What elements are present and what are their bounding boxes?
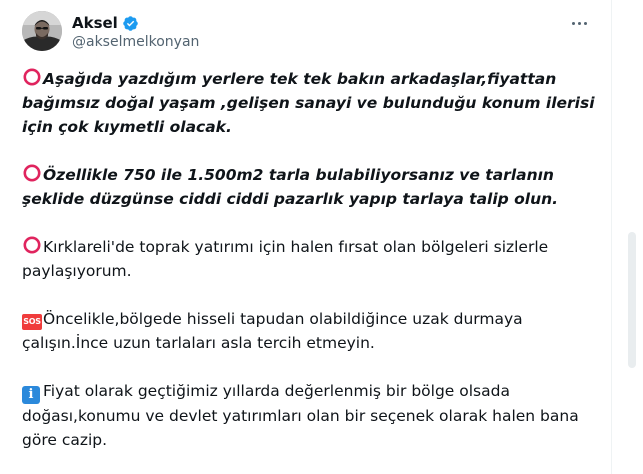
tweet-paragraph: SOS Öncelikle,bölgede hisseli tapudan ola…: [22, 307, 597, 355]
paragraph-text: Fiyat olarak geçtiğimiz yıllarda değerle…: [22, 382, 579, 449]
avatar-photo-icon: [22, 11, 62, 51]
tweet-paragraph: Özellikle 750 ile 1.500m2 tarla bulabili…: [22, 163, 597, 211]
author-handle[interactable]: @akselmelkonyan: [72, 34, 199, 50]
tweet-paragraph: Kırklareli'de toprak yatırımı için halen…: [22, 235, 597, 283]
info-icon: i: [22, 386, 40, 404]
tweet-paragraph: Aşağıda yazdığım yerlere tek tek bakın a…: [22, 67, 597, 139]
paragraph-text: Kırklareli'de toprak yatırımı için halen…: [22, 238, 549, 280]
tweet-paragraph: i Fiyat olarak geçtiğimiz yıllarda değerl…: [22, 379, 597, 452]
scrollbar-thumb[interactable]: [628, 232, 636, 368]
tweet-card[interactable]: Aksel @akselmelkonyan Aşağıda yazdığım y…: [0, 0, 612, 474]
author-display-name[interactable]: Aksel: [72, 14, 118, 32]
more-dot: [571, 21, 575, 25]
paragraph-text: Öncelikle,bölgede hisseli tapudan olabil…: [22, 310, 523, 352]
more-options-button[interactable]: [569, 18, 589, 28]
author-name-row[interactable]: Aksel: [72, 13, 139, 33]
more-dot: [577, 21, 581, 25]
sos-icon: SOS: [22, 314, 42, 330]
paragraph-text: Aşağıda yazdığım yerlere tek tek bakın a…: [22, 70, 595, 136]
avatar[interactable]: [22, 11, 62, 51]
more-dot: [583, 21, 587, 25]
verified-badge-icon: [123, 15, 138, 31]
hollow-red-circle-icon: [23, 164, 41, 182]
hollow-red-circle-icon: [23, 68, 41, 86]
paragraph-text: Özellikle 750 ile 1.500m2 tarla bulabili…: [22, 166, 559, 208]
hollow-red-circle-icon: [23, 236, 41, 254]
page: Aksel @akselmelkonyan Aşağıda yazdığım y…: [0, 0, 643, 474]
